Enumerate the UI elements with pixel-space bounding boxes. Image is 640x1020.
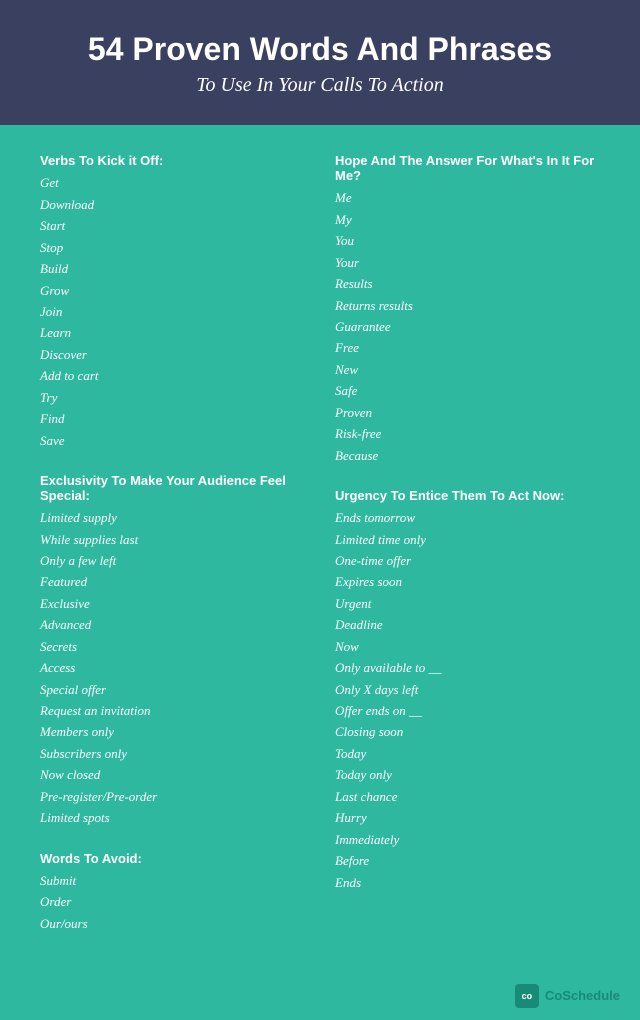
- list-item: New: [335, 359, 600, 380]
- section-avoid: Words To Avoid: SubmitOrderOur/ours: [40, 851, 305, 934]
- section-title-urgency: Urgency To Entice Them To Act Now:: [335, 488, 600, 503]
- section-title-verbs: Verbs To Kick it Off:: [40, 153, 305, 168]
- list-item: Now closed: [40, 764, 305, 785]
- list-item: While supplies last: [40, 529, 305, 550]
- coschedule-logo: co CoSchedule: [515, 984, 620, 1008]
- list-item: Results: [335, 273, 600, 294]
- list-item: Submit: [40, 870, 305, 891]
- section-title-avoid: Words To Avoid:: [40, 851, 305, 866]
- list-item: Free: [335, 337, 600, 358]
- list-item: Only available to __: [335, 657, 600, 678]
- section-urgency: Urgency To Entice Them To Act Now: Ends t…: [335, 488, 600, 893]
- list-item: Discover: [40, 344, 305, 365]
- section-title-hope: Hope And The Answer For What's In It For…: [335, 153, 600, 183]
- list-item: Get: [40, 172, 305, 193]
- list-item: Build: [40, 258, 305, 279]
- list-item: Today only: [335, 764, 600, 785]
- list-item: Learn: [40, 322, 305, 343]
- list-item: Returns results: [335, 295, 600, 316]
- list-item: Limited time only: [335, 529, 600, 550]
- header: 54 Proven Words And Phrases To Use In Yo…: [0, 0, 640, 125]
- list-item: Immediately: [335, 829, 600, 850]
- list-item: Closing soon: [335, 721, 600, 742]
- list-item: You: [335, 230, 600, 251]
- footer: co CoSchedule: [0, 976, 640, 1020]
- list-item: Today: [335, 743, 600, 764]
- list-item: Because: [335, 445, 600, 466]
- list-item: Expires soon: [335, 571, 600, 592]
- list-item: Only X days left: [335, 679, 600, 700]
- list-item: Members only: [40, 721, 305, 742]
- logo-text: CoSchedule: [545, 988, 620, 1003]
- list-item: Order: [40, 891, 305, 912]
- list-item: Access: [40, 657, 305, 678]
- section-exclusivity: Exclusivity To Make Your Audience Feel S…: [40, 473, 305, 829]
- list-item: Limited supply: [40, 507, 305, 528]
- list-item: Secrets: [40, 636, 305, 657]
- list-item: Guarantee: [335, 316, 600, 337]
- header-subtitle: To Use In Your Calls To Action: [40, 74, 600, 97]
- list-item: Last chance: [335, 786, 600, 807]
- list-item: Only a few left: [40, 550, 305, 571]
- right-column: Hope And The Answer For What's In It For…: [335, 153, 600, 956]
- list-item: Hurry: [335, 807, 600, 828]
- list-item: Pre-register/Pre-order: [40, 786, 305, 807]
- list-item: Find: [40, 408, 305, 429]
- list-item: Me: [335, 187, 600, 208]
- list-item: Exclusive: [40, 593, 305, 614]
- list-item: Safe: [335, 380, 600, 401]
- list-item: Deadline: [335, 614, 600, 635]
- section-title-exclusivity: Exclusivity To Make Your Audience Feel S…: [40, 473, 305, 503]
- list-item: Grow: [40, 280, 305, 301]
- list-item: Join: [40, 301, 305, 322]
- header-title: 54 Proven Words And Phrases: [40, 30, 600, 68]
- list-item: Now: [335, 636, 600, 657]
- list-item: Request an invitation: [40, 700, 305, 721]
- list-item: Our/ours: [40, 913, 305, 934]
- logo-icon: co: [515, 984, 539, 1008]
- section-hope: Hope And The Answer For What's In It For…: [335, 153, 600, 466]
- list-item: Subscribers only: [40, 743, 305, 764]
- list-item: Add to cart: [40, 365, 305, 386]
- list-item: Limited spots: [40, 807, 305, 828]
- list-item: Try: [40, 387, 305, 408]
- list-item: Stop: [40, 237, 305, 258]
- list-item: Ends: [335, 872, 600, 893]
- list-item: My: [335, 209, 600, 230]
- list-item: Before: [335, 850, 600, 871]
- list-item: Urgent: [335, 593, 600, 614]
- list-item: Risk-free: [335, 423, 600, 444]
- list-item: Ends tomorrow: [335, 507, 600, 528]
- list-item: Featured: [40, 571, 305, 592]
- content-grid: Verbs To Kick it Off: GetDownloadStartSto…: [0, 125, 640, 976]
- list-item: Advanced: [40, 614, 305, 635]
- list-item: Your: [335, 252, 600, 273]
- list-item: Offer ends on __: [335, 700, 600, 721]
- left-column: Verbs To Kick it Off: GetDownloadStartSto…: [40, 153, 305, 956]
- list-item: Special offer: [40, 679, 305, 700]
- list-item: Save: [40, 430, 305, 451]
- list-item: One-time offer: [335, 550, 600, 571]
- list-item: Start: [40, 215, 305, 236]
- list-item: Download: [40, 194, 305, 215]
- section-verbs: Verbs To Kick it Off: GetDownloadStartSto…: [40, 153, 305, 451]
- list-item: Proven: [335, 402, 600, 423]
